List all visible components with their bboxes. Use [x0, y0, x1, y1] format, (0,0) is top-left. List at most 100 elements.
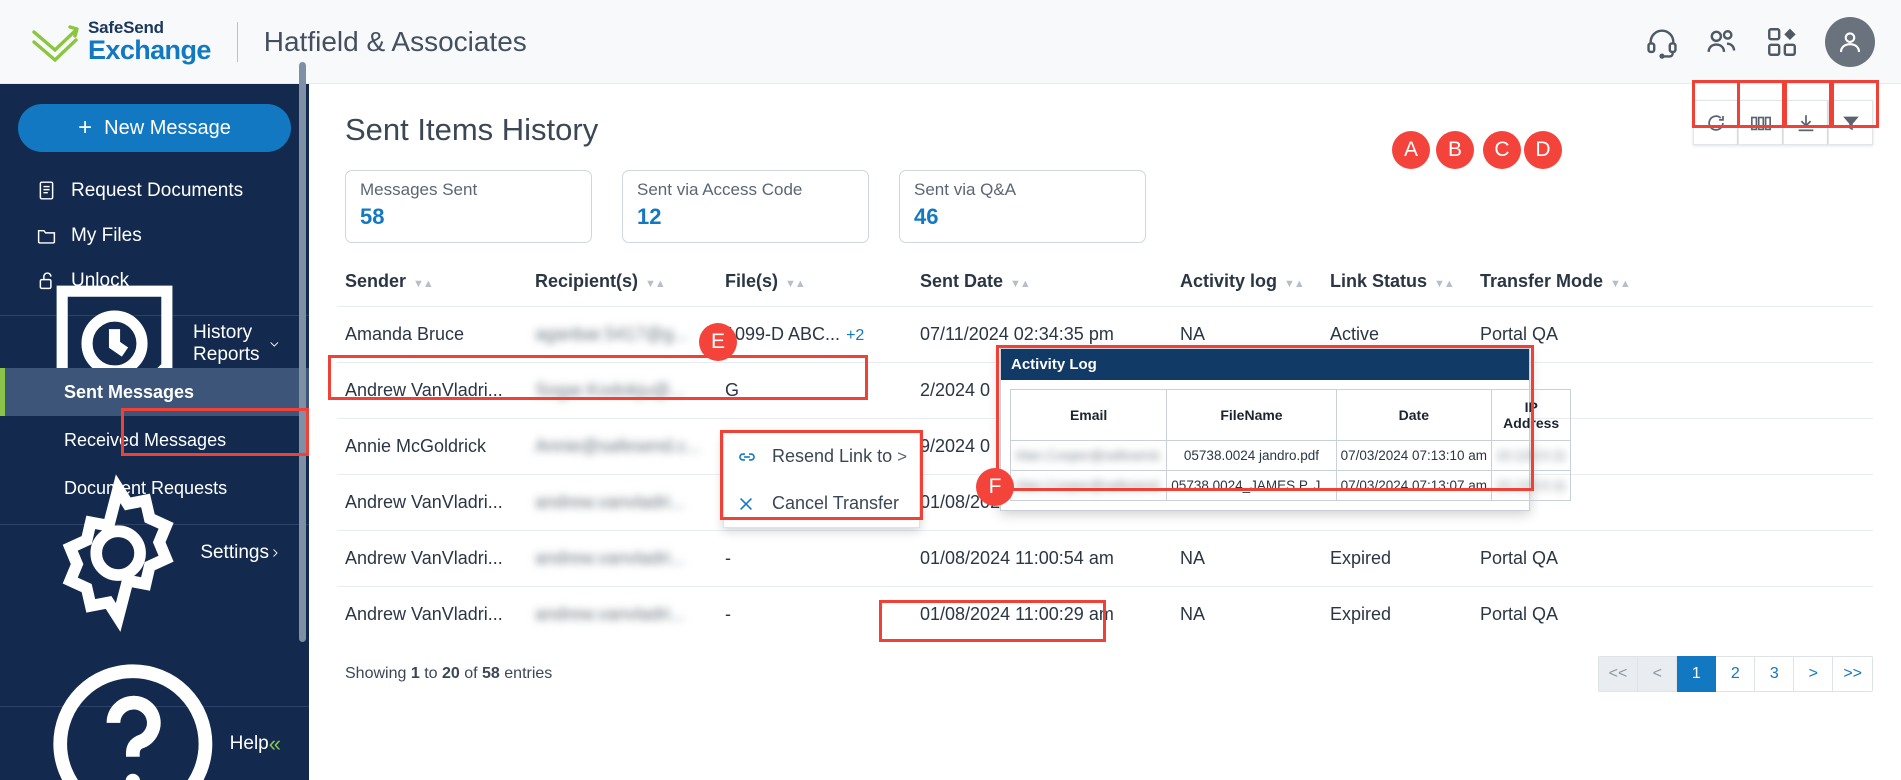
activity-cell-email: Alan.Cooper@safesend. [1009, 440, 1168, 471]
activity-log-body: Email FileName Date IP Address Alan.Coop… [1001, 380, 1572, 510]
cell-sender: Annie McGoldrick [337, 418, 527, 475]
refresh-icon [1707, 114, 1724, 131]
column-header-link-status[interactable]: Link Status ▼▲ [1322, 271, 1472, 307]
app-root: SafeSend Exchange Hatfield & Associates [0, 0, 1901, 780]
sidebar-item-my-files[interactable]: My Files [0, 213, 309, 258]
column-header-sender[interactable]: Sender ▼▲ [337, 271, 527, 307]
activity-log-tbody: Alan.Cooper@safesend. 05738.0024 jandro.… [1009, 440, 1572, 501]
activity-cell-filename: 05738.0024 jandro.pdf [1166, 440, 1337, 471]
column-header-sent-date[interactable]: Sent Date ▼▲ [912, 271, 1172, 307]
document-icon [39, 181, 54, 200]
cell-transfer-mode: Portal QA [1472, 530, 1873, 587]
sidebar-item-document-requests[interactable]: Document Requests [0, 464, 309, 512]
column-header-recipients[interactable]: Recipient(s) ▼▲ [527, 271, 717, 307]
activity-col-date: Date [1335, 389, 1493, 441]
sidebar-item-received-messages[interactable]: Received Messages [0, 416, 309, 464]
activity-cell-filename: 05738.0024_JAMES P. J... [1166, 470, 1337, 501]
callout-badge-a: A [1392, 131, 1430, 169]
menu-item-resend-link-to[interactable]: Resend Link to > [724, 433, 919, 480]
filter-button[interactable] [1828, 100, 1873, 145]
cell-link-status: Expired [1322, 586, 1472, 642]
column-label: Recipient(s) [535, 271, 639, 291]
sidebar-primary-nav: Request Documents My Files Unlock [0, 166, 309, 303]
cell-transfer-mode: Portal QA [1472, 586, 1873, 642]
table-row[interactable]: Andrew VanVladri... andrew.vanvladri... … [337, 586, 1873, 642]
cell-activity-log: NA [1172, 586, 1322, 642]
sidebar-item-label: Request Documents [71, 179, 244, 201]
showing-of-label: of [464, 665, 478, 682]
recipient-masked: andrew.vanvladri... [535, 492, 686, 512]
recipient-masked: aganbar.5417@g... [535, 324, 689, 344]
collapse-sidebar-icon[interactable]: « [269, 731, 281, 757]
stats-row: Messages Sent 58 Sent via Access Code 12… [345, 170, 1873, 243]
pagination: << < 1 2 3 > >> [1597, 656, 1873, 692]
cell-recipient: aganbar.5417@g... [527, 306, 717, 363]
header-actions [1645, 16, 1875, 67]
header-divider [236, 21, 238, 62]
showing-to-label: to [424, 665, 438, 682]
sort-icon: ▼▲ [1284, 278, 1305, 290]
recipient-masked: Sogar.Kodokju@... [535, 380, 686, 400]
submenu-arrow-icon: > [897, 446, 907, 466]
row-context-menu: Resend Link to > Cancel Transfer [723, 432, 920, 528]
sidebar-item-settings[interactable]: Settings [0, 474, 309, 632]
activity-cell-email: Alan.Cooper@safesend. [1009, 470, 1168, 501]
page-1-button[interactable]: 1 [1677, 656, 1717, 692]
chevron-right-icon [273, 549, 278, 557]
cell-files: 1099-D ABC... +2 [717, 306, 912, 363]
sidebar-subitem-label: Document Requests [64, 477, 228, 498]
sidebar-scrollbar[interactable] [299, 62, 306, 642]
sidebar-item-unlock[interactable]: Unlock [0, 258, 309, 303]
cell-transfer-mode: Portal QA [1472, 306, 1873, 363]
page-last-button[interactable]: >> [1833, 656, 1873, 692]
sort-icon: ▼▲ [1434, 278, 1455, 290]
ip-masked: 10.120.0.11 [1496, 448, 1567, 463]
column-header-activity-log[interactable]: Activity log ▼▲ [1172, 271, 1322, 307]
page-next-button[interactable]: > [1794, 656, 1834, 692]
download-button[interactable] [1783, 100, 1828, 145]
email-masked: Alan.Cooper@safesend. [1015, 478, 1163, 493]
page-first-button[interactable]: << [1597, 656, 1639, 692]
activity-col-email: Email [1009, 389, 1168, 441]
user-avatar-icon [1839, 31, 1861, 52]
sidebar-item-sent-messages[interactable]: Sent Messages [0, 368, 309, 416]
sidebar-item-history-reports[interactable]: History Reports [0, 286, 309, 393]
apps-icon[interactable] [1765, 25, 1799, 59]
sidebar-item-help[interactable]: Help « [0, 664, 309, 780]
sort-icon: ▼▲ [785, 278, 806, 290]
menu-item-cancel-transfer[interactable]: Cancel Transfer [724, 480, 919, 527]
page-prev-button[interactable]: < [1638, 656, 1678, 692]
activity-log-thead: Email FileName Date IP Address [1009, 389, 1572, 441]
column-label: Link Status [1330, 271, 1428, 291]
cell-sender: Andrew VanVladri... [337, 530, 527, 587]
table-footer: Showing 1 to 20 of 58 entries << < 1 2 3… [337, 656, 1873, 692]
activity-cell-ip: 10.120.0.11 [1491, 470, 1572, 501]
table-row[interactable]: Andrew VanVladri... andrew.vanvladri... … [337, 530, 1873, 587]
file-more-count[interactable]: +2 [846, 327, 864, 344]
brand-logo-area[interactable]: SafeSend Exchange [30, 19, 211, 64]
showing-prefix: Showing [345, 665, 407, 682]
sidebar-item-request-documents[interactable]: Request Documents [0, 168, 309, 213]
column-label: Activity log [1180, 271, 1278, 291]
callout-badge-d: D [1524, 131, 1562, 169]
page-3-button[interactable]: 3 [1755, 656, 1795, 692]
cell-sender: Amanda Bruce [337, 306, 527, 363]
column-label: Transfer Mode [1480, 271, 1604, 291]
recipient-masked: andrew.vanvladri... [535, 604, 686, 624]
page-2-button[interactable]: 2 [1716, 656, 1756, 692]
callout-badge-b: B [1436, 131, 1474, 169]
column-header-transfer-mode[interactable]: Transfer Mode ▼▲ [1472, 271, 1873, 307]
refresh-button[interactable] [1693, 100, 1738, 145]
columns-button[interactable] [1738, 100, 1783, 145]
avatar[interactable] [1825, 16, 1875, 67]
activity-log-table: Email FileName Date IP Address Alan.Coop… [1009, 389, 1572, 501]
column-header-files[interactable]: File(s) ▼▲ [717, 271, 912, 307]
cell-recipient: andrew.vanvladri... [527, 586, 717, 642]
headset-icon[interactable] [1645, 25, 1679, 59]
users-icon[interactable] [1705, 25, 1739, 59]
stat-card-sent-via-access-code: Sent via Access Code 12 [622, 170, 869, 243]
new-message-button[interactable]: + New Message [18, 104, 291, 152]
sidebar-subitem-label: Sent Messages [64, 381, 195, 402]
recipient-masked: andrew.vanvladri... [535, 548, 686, 568]
email-masked: Alan.Cooper@safesend. [1015, 448, 1163, 463]
